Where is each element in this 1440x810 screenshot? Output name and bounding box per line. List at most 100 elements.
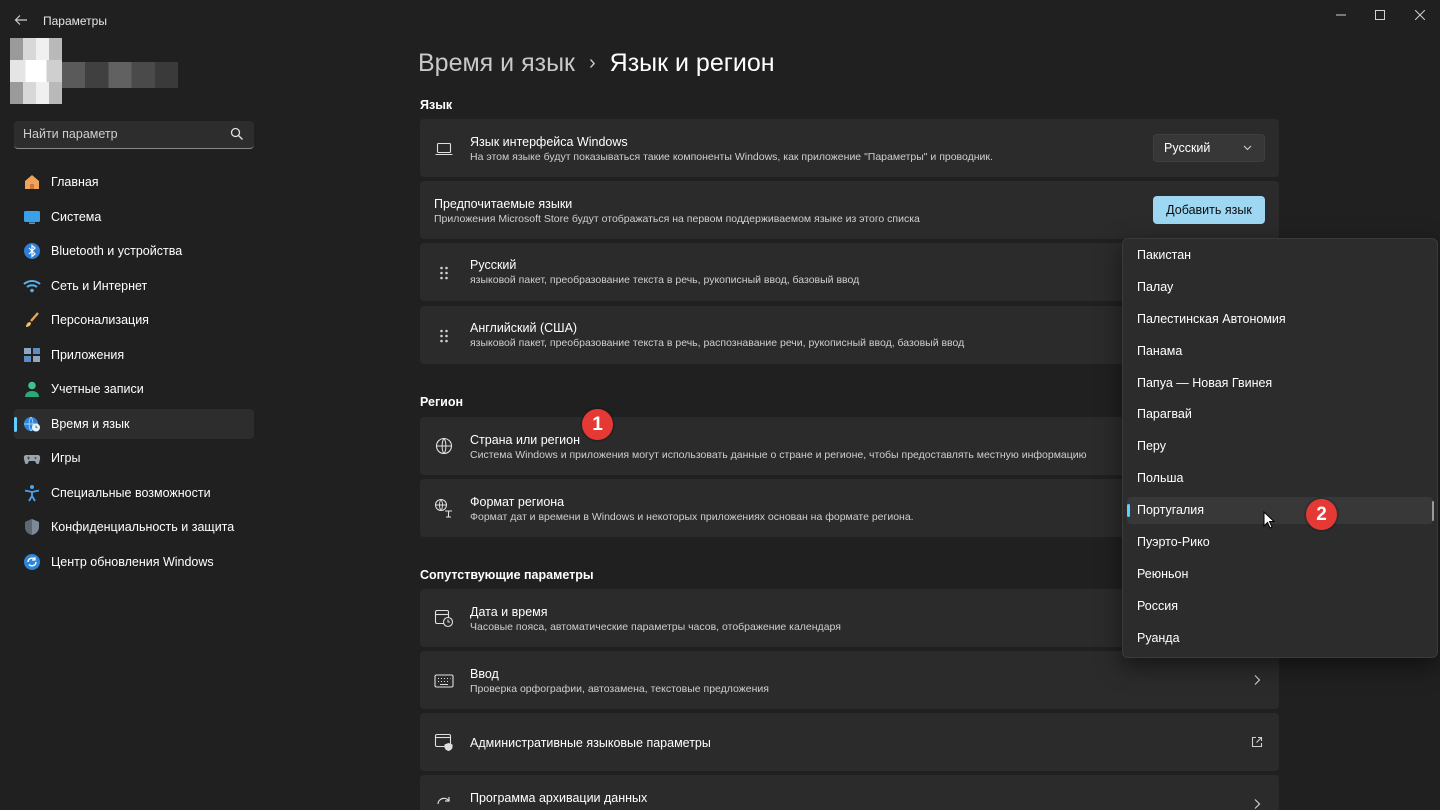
update-icon: [23, 553, 41, 571]
country-option[interactable]: Руанда: [1127, 625, 1433, 652]
gamepad-icon: [23, 449, 41, 467]
sidebar-item-label: Игры: [51, 451, 81, 465]
sidebar-item-label: Время и язык: [51, 416, 130, 431]
sidebar-item-accounts[interactable]: Учетные записи: [14, 374, 254, 404]
sidebar-item-label: Центр обновления Windows: [51, 554, 214, 569]
typing-desc: Проверка орфографии, автозамена, текстов…: [470, 683, 769, 695]
title-bar: Параметры: [0, 0, 1440, 40]
search-box[interactable]: [14, 121, 254, 149]
typing-card[interactable]: Ввод Проверка орфографии, автозамена, те…: [420, 651, 1279, 709]
popup-scrollbar[interactable]: [1432, 501, 1434, 521]
sidebar-item-gaming[interactable]: Игры: [14, 443, 254, 473]
display-language-title: Язык интерфейса Windows: [470, 135, 628, 149]
sidebar-item-time-language[interactable]: Время и язык: [14, 408, 254, 439]
backup-icon: [434, 794, 454, 810]
language-item-title: Английский (США): [470, 321, 578, 335]
search-icon[interactable]: [230, 127, 244, 141]
display-language-desc: На этом языке будут показываться такие к…: [470, 151, 993, 163]
chevron-right-icon: [1254, 675, 1261, 685]
display-language-value: Русский: [1164, 141, 1211, 155]
backup-card[interactable]: Программа архивации данных: [420, 775, 1279, 810]
sidebar-item-label: Приложения: [51, 347, 125, 362]
display-language-card: Язык интерфейса Windows На этом языке бу…: [420, 119, 1279, 177]
country-option[interactable]: Пуэрто-Рико: [1127, 529, 1433, 556]
chevron-right-icon: [1254, 799, 1261, 809]
sidebar-item-windows-update[interactable]: Центр обновления Windows: [14, 547, 254, 577]
sidebar-item-network[interactable]: Сеть и Интернет: [14, 271, 254, 301]
language-item-title: Русский: [470, 258, 517, 272]
backup-title: Программа архивации данных: [470, 791, 648, 805]
globe-clock-icon: [23, 415, 41, 433]
typing-title: Ввод: [470, 667, 499, 681]
globe-icon: [434, 436, 454, 456]
laptop-icon: [434, 139, 454, 159]
sidebar-item-apps[interactable]: Приложения: [14, 340, 254, 370]
country-option[interactable]: Реюньон: [1127, 561, 1433, 588]
region-format-title: Формат региона: [470, 495, 565, 509]
country-dropdown-list[interactable]: Пакистан Палау Палестинская Автономия Па…: [1122, 238, 1438, 658]
sidebar-item-accessibility[interactable]: Специальные возможности: [14, 478, 254, 508]
language-item-desc: языковой пакет, преобразование текста в …: [470, 274, 860, 286]
country-option[interactable]: Россия: [1127, 593, 1433, 620]
sidebar-item-label: Персонализация: [51, 313, 149, 327]
sidebar-nav: Главная Система Bluetooth и устройства С…: [14, 167, 254, 581]
sidebar-item-label: Конфиденциальность и защита: [51, 520, 235, 534]
calendar-clock-icon: [434, 608, 454, 628]
add-language-button[interactable]: Добавить язык: [1153, 196, 1265, 224]
back-arrow-icon[interactable]: [10, 8, 32, 32]
date-time-title: Дата и время: [470, 605, 548, 619]
breadcrumb-parent[interactable]: Время и язык: [418, 49, 575, 78]
preferred-languages-desc: Приложения Microsoft Store будут отображ…: [434, 213, 920, 225]
sidebar-item-system[interactable]: Система: [14, 202, 254, 232]
country-region-desc: Система Windows и приложения могут испол…: [470, 449, 1087, 461]
region-format-desc: Формат дат и времени в Windows и некотор…: [470, 511, 914, 523]
search-input[interactable]: [23, 127, 223, 141]
sidebar-item-label: Главная: [51, 175, 99, 189]
breadcrumb: Время и язык › Язык и регион: [418, 49, 775, 78]
country-option[interactable]: Палестинская Автономия: [1127, 306, 1433, 333]
country-option[interactable]: Папуа — Новая Гвинея: [1127, 370, 1433, 397]
apps-icon: [23, 346, 41, 364]
annotation-marker-1: 1: [582, 409, 613, 440]
sidebar-item-label: Учетные записи: [51, 382, 144, 396]
bluetooth-icon: [23, 242, 41, 260]
drag-handle-icon[interactable]: [434, 263, 454, 283]
country-option-selected[interactable]: Португалия: [1127, 497, 1433, 524]
chevron-down-icon: [1243, 145, 1252, 151]
country-option[interactable]: Панама: [1127, 338, 1433, 365]
country-option[interactable]: Польша: [1127, 465, 1433, 492]
close-button[interactable]: [1397, 0, 1440, 30]
annotation-marker-2: 2: [1306, 499, 1337, 530]
section-title-region: Регион: [420, 395, 464, 409]
home-icon: [23, 173, 41, 191]
sidebar-item-label: Bluetooth и устройства: [51, 244, 183, 258]
admin-language-card[interactable]: Административные языковые параметры: [420, 713, 1279, 771]
external-link-icon: [1251, 736, 1263, 748]
page-title: Язык и регион: [609, 49, 775, 77]
section-title-related: Сопутствующие параметры: [420, 568, 594, 582]
brush-icon: [23, 311, 41, 329]
sidebar-item-home[interactable]: Главная: [14, 167, 254, 197]
breadcrumb-separator: ›: [588, 52, 596, 74]
display-language-dropdown[interactable]: Русский: [1153, 134, 1265, 162]
sidebar-item-personalization[interactable]: Персонализация: [14, 305, 254, 335]
app-title: Параметры: [43, 14, 107, 28]
language-item-desc: языковой пакет, преобразование текста в …: [470, 337, 965, 349]
person-icon: [23, 380, 41, 398]
country-option[interactable]: Перу: [1127, 433, 1433, 460]
sidebar-item-privacy[interactable]: Конфиденциальность и защита: [14, 512, 254, 542]
avatar[interactable]: [10, 38, 62, 104]
accessibility-icon: [23, 484, 41, 502]
mouse-cursor-icon: [1263, 511, 1275, 529]
country-option[interactable]: Палау: [1127, 274, 1433, 301]
section-title-language: Язык: [420, 98, 453, 112]
country-region-title: Страна или регион: [470, 433, 581, 447]
preferred-languages-card: Предпочитаемые языки Приложения Microsof…: [420, 181, 1279, 239]
country-option[interactable]: Парагвай: [1127, 401, 1433, 428]
date-time-desc: Часовые пояса, автоматические параметры …: [470, 621, 841, 633]
country-option[interactable]: Пакистан: [1127, 242, 1433, 269]
sidebar-item-bluetooth[interactable]: Bluetooth и устройства: [14, 236, 254, 266]
keyboard-icon: [434, 671, 454, 691]
drag-handle-icon[interactable]: [434, 326, 454, 346]
system-icon: [23, 208, 41, 226]
